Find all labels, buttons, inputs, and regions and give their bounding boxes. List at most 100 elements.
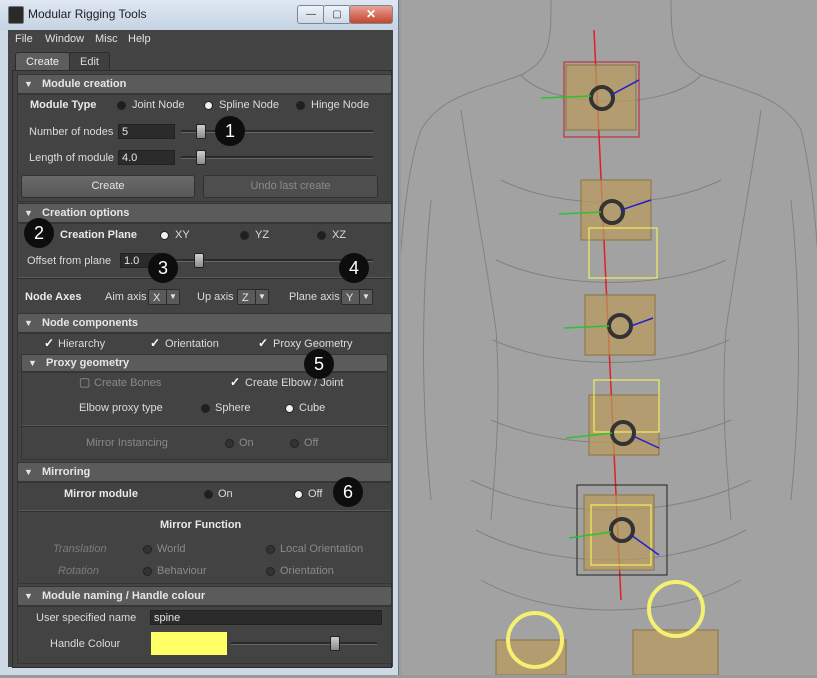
- menu-file[interactable]: File: [15, 33, 33, 45]
- title-bar[interactable]: Modular Rigging Tools — ▢ ✕: [0, 0, 398, 30]
- orientation-label: Orientation: [165, 338, 219, 350]
- section-module-creation[interactable]: ▼ Module creation: [17, 74, 392, 94]
- create-bones-checkbox[interactable]: ▢: [79, 376, 90, 388]
- radio-hinge-node[interactable]: [296, 101, 305, 110]
- node-axes-label: Node Axes: [25, 291, 82, 303]
- length-slider-handle[interactable]: [196, 150, 206, 165]
- elbow-proxy-type-label: Elbow proxy type: [79, 402, 163, 414]
- nodes-slider-handle[interactable]: [196, 124, 206, 139]
- local-orientation-label: Local Orientation: [280, 543, 364, 555]
- plane-xz-label: XZ: [332, 229, 347, 241]
- module-type-label: Module Type: [30, 99, 97, 111]
- orientation-mirror-label: Orientation: [280, 565, 334, 577]
- menu-window[interactable]: Window: [45, 33, 84, 45]
- window-title: Modular Rigging Tools: [28, 7, 147, 21]
- radio-behaviour[interactable]: [143, 567, 152, 576]
- length-of-module-label: Length of module: [29, 152, 115, 164]
- section-module-naming[interactable]: ▼ Module naming / Handle colour: [17, 586, 392, 606]
- maximize-button[interactable]: ▢: [323, 5, 351, 24]
- handle-colour-swatch[interactable]: [151, 632, 227, 655]
- joint-node-label: Joint Node: [132, 99, 185, 111]
- undo-last-create-button[interactable]: Undo last create: [203, 175, 378, 198]
- create-button[interactable]: Create: [21, 175, 195, 198]
- up-axis-dropdown[interactable]: Z ▼: [237, 289, 269, 305]
- mirror-instancing-label: Mirror Instancing: [86, 437, 168, 449]
- radio-cube[interactable]: [285, 404, 294, 413]
- menu-misc[interactable]: Misc: [95, 33, 118, 45]
- 3d-viewport[interactable]: [395, 0, 817, 676]
- section-title: Module creation: [42, 78, 127, 90]
- number-of-nodes-label: Number of nodes: [29, 126, 114, 138]
- length-of-module-field[interactable]: 4.0: [118, 150, 175, 165]
- naming-body: User specified name spine Handle Colour: [17, 606, 392, 664]
- radio-mirror-off[interactable]: [294, 490, 303, 499]
- section-title: Creation options: [42, 207, 130, 219]
- radio-plane-xy[interactable]: [160, 231, 169, 240]
- tab-edit[interactable]: Edit: [69, 52, 110, 71]
- creation-plane-label: Creation Plane: [60, 229, 138, 241]
- nodes-slider-track[interactable]: [181, 130, 373, 133]
- radio-joint-node[interactable]: [117, 101, 126, 110]
- create-elbow-label: Create Elbow / Joint: [245, 377, 344, 389]
- create-bones-label: Create Bones: [94, 377, 162, 389]
- instancing-on-label: On: [239, 437, 254, 449]
- radio-plane-yz[interactable]: [240, 231, 249, 240]
- collapse-triangle-icon: ▼: [28, 358, 37, 368]
- radio-sphere[interactable]: [201, 404, 210, 413]
- radio-plane-xz[interactable]: [317, 231, 326, 240]
- minimize-button[interactable]: —: [297, 5, 325, 24]
- orientation-checkbox[interactable]: ✓: [150, 337, 161, 349]
- hierarchy-label: Hierarchy: [58, 338, 106, 350]
- app-icon: [8, 6, 24, 24]
- proxy-geometry-label: Proxy Geometry: [273, 338, 353, 350]
- divider: [18, 277, 391, 279]
- callout-marker-3: 3: [148, 253, 178, 283]
- proxy-geometry-checkbox[interactable]: ✓: [258, 337, 269, 349]
- module-name-field[interactable]: spine: [150, 610, 382, 625]
- sphere-label: Sphere: [215, 402, 251, 414]
- radio-mirror-on[interactable]: [204, 490, 213, 499]
- menu-help[interactable]: Help: [128, 33, 151, 45]
- colour-slider-handle[interactable]: [330, 636, 340, 651]
- proxy-geometry-body: ▢ Create Bones ✓ Create Elbow / Joint El…: [21, 372, 388, 460]
- wireframe-scene: [395, 0, 817, 676]
- offset-from-plane-label: Offset from plane: [27, 255, 112, 267]
- aim-axis-value: X: [153, 292, 161, 304]
- translation-label: Translation: [53, 543, 107, 555]
- tab-create[interactable]: Create: [15, 52, 71, 71]
- offset-slider-handle[interactable]: [194, 253, 204, 268]
- collapse-triangle-icon: ▼: [24, 79, 33, 89]
- radio-spline-node[interactable]: [204, 101, 213, 110]
- up-axis-value: Z: [242, 292, 249, 304]
- colour-slider-track[interactable]: [231, 642, 377, 645]
- creation-options-body: Creation Plane XY YZ XZ Offset from plan…: [17, 223, 392, 317]
- plane-axis-value: Y: [346, 292, 354, 304]
- section-title: Module naming / Handle colour: [42, 590, 206, 602]
- section-node-components[interactable]: ▼ Node components: [17, 313, 392, 333]
- divider: [18, 510, 391, 512]
- hierarchy-checkbox[interactable]: ✓: [44, 337, 55, 349]
- chevron-down-icon: ▼: [359, 290, 372, 304]
- radio-local-orientation[interactable]: [266, 545, 275, 554]
- radio-orientation[interactable]: [266, 567, 275, 576]
- mirror-off-label: Off: [308, 488, 323, 500]
- radio-instancing-on[interactable]: [225, 439, 234, 448]
- up-axis-label: Up axis: [197, 291, 234, 303]
- length-slider-track[interactable]: [181, 156, 373, 159]
- number-of-nodes-field[interactable]: 5: [118, 124, 175, 139]
- rotation-label: Rotation: [58, 565, 99, 577]
- menu-bar: File Window Misc Help: [8, 30, 393, 50]
- section-mirroring[interactable]: ▼ Mirroring: [17, 462, 392, 482]
- close-button[interactable]: ✕: [349, 5, 393, 24]
- mirror-function-title: Mirror Function: [160, 519, 242, 531]
- module-creation-body: Module Type Joint Node Spline Node Hinge…: [17, 94, 392, 202]
- plane-axis-dropdown[interactable]: Y ▼: [341, 289, 373, 305]
- divider: [22, 425, 387, 427]
- mirror-on-label: On: [218, 488, 233, 500]
- radio-world[interactable]: [143, 545, 152, 554]
- radio-instancing-off[interactable]: [290, 439, 299, 448]
- section-creation-options[interactable]: ▼ Creation options: [17, 203, 392, 223]
- aim-axis-dropdown[interactable]: X ▼: [148, 289, 180, 305]
- handle-colour-label: Handle Colour: [50, 638, 121, 650]
- create-elbow-checkbox[interactable]: ✓: [230, 376, 241, 388]
